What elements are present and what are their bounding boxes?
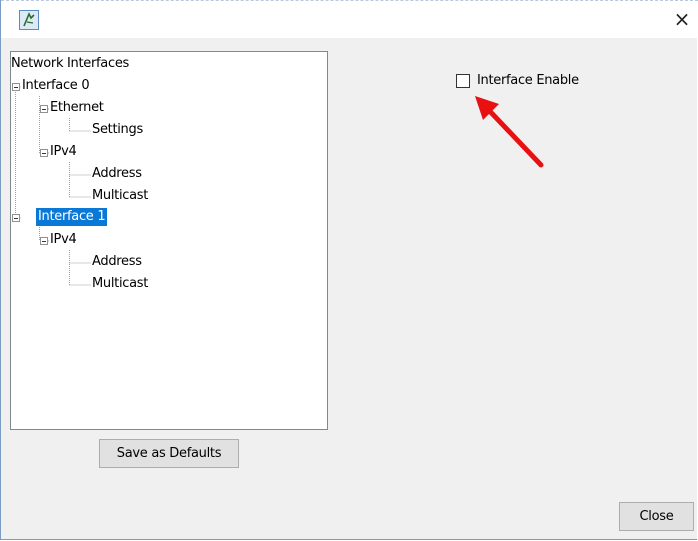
interface-enable-label[interactable]: Interface Enable: [477, 72, 579, 90]
tree-item-ethernet-settings[interactable]: Settings: [92, 121, 143, 139]
interface-enable-checkbox[interactable]: [456, 74, 470, 88]
tree-item-multicast-interface-0[interactable]: Multicast: [92, 187, 148, 205]
close-button[interactable]: Close: [619, 502, 694, 531]
red-annotation-arrow-icon: [475, 96, 544, 168]
tree-item-ipv4-interface-1[interactable]: IPv4: [50, 231, 77, 249]
tree-item-interface-1[interactable]: Interface 1: [36, 208, 108, 226]
tree-root-network-interfaces[interactable]: Network Interfaces: [11, 55, 129, 73]
dialog-window: × Network Interfaces Interface 0 Etherne…: [0, 0, 698, 540]
collapse-icon[interactable]: [12, 83, 20, 91]
collapse-icon[interactable]: [40, 149, 48, 157]
tree-item-interface-0[interactable]: Interface 0: [22, 77, 90, 95]
collapse-icon[interactable]: [40, 237, 48, 245]
app-icon: [19, 10, 39, 30]
tree-item-address-interface-1[interactable]: Address: [92, 253, 142, 271]
collapse-icon[interactable]: [40, 105, 48, 113]
tree-item-ipv4-interface-0[interactable]: IPv4: [50, 143, 77, 161]
title-bar: ×: [1, 0, 698, 38]
close-window-icon[interactable]: ×: [672, 8, 692, 30]
tree-item-multicast-interface-1[interactable]: Multicast: [92, 275, 148, 293]
save-as-defaults-button[interactable]: Save as Defaults: [99, 439, 239, 468]
tree-item-ethernet[interactable]: Ethernet: [50, 99, 104, 117]
network-interfaces-tree[interactable]: Network Interfaces Interface 0 Ethernet …: [10, 51, 328, 430]
tree-item-address-interface-0[interactable]: Address: [92, 165, 142, 183]
collapse-icon[interactable]: [12, 214, 20, 222]
